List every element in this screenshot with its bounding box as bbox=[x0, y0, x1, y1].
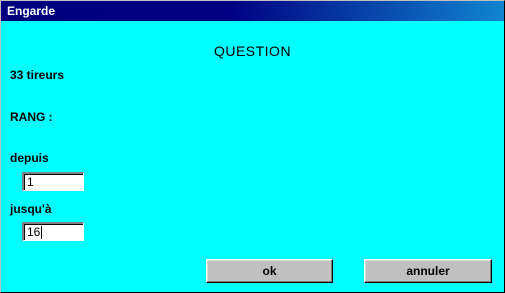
from-input[interactable]: 1 bbox=[22, 172, 84, 191]
to-input[interactable]: 16 bbox=[22, 222, 84, 241]
rank-label: RANG : bbox=[10, 110, 53, 124]
text-caret bbox=[41, 226, 43, 239]
cancel-button[interactable]: annuler bbox=[364, 259, 492, 283]
to-input-value: 16 bbox=[27, 225, 41, 239]
fencer-count-label: 33 tireurs bbox=[10, 68, 65, 82]
to-label: jusqu'à bbox=[10, 202, 52, 216]
dialog-window: Engarde QUESTION 33 tireurs RANG : depui… bbox=[0, 0, 505, 293]
from-label: depuis bbox=[10, 151, 49, 165]
title-bar[interactable]: Engarde bbox=[1, 1, 504, 21]
dialog-heading: QUESTION bbox=[213, 43, 292, 59]
dialog-body: QUESTION 33 tireurs RANG : depuis 1 jusq… bbox=[1, 21, 504, 292]
window-title: Engarde bbox=[7, 4, 56, 18]
from-input-value: 1 bbox=[27, 175, 34, 189]
ok-button[interactable]: ok bbox=[206, 259, 333, 283]
